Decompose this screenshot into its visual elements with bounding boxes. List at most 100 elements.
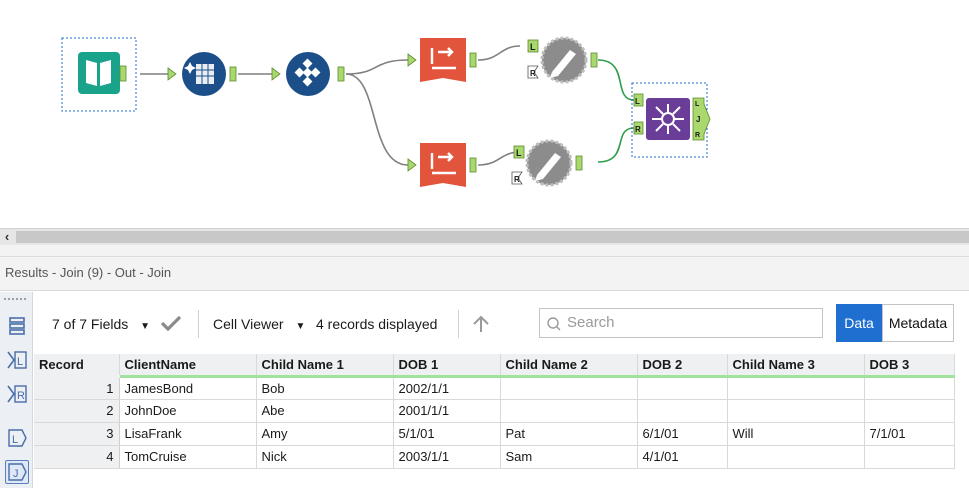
all-rows-icon xyxy=(9,317,25,335)
table-cell[interactable]: LisaFrank xyxy=(119,422,257,446)
scrollbar-thumb[interactable] xyxy=(16,231,969,243)
table-cell[interactable]: 2003/1/1 xyxy=(393,445,501,469)
checkmark-icon[interactable] xyxy=(160,314,182,335)
table-cell[interactable]: JohnDoe xyxy=(119,399,257,423)
connection-select-crosstab-top xyxy=(345,59,409,75)
table-cell[interactable] xyxy=(864,399,955,423)
scroll-left-icon[interactable]: ‹ xyxy=(0,229,14,245)
left-anchor-button[interactable]: L xyxy=(5,426,29,450)
table-cell[interactable]: 2001/1/1 xyxy=(393,399,501,423)
grip-handle[interactable] xyxy=(4,298,26,301)
column-header[interactable]: DOB 1 xyxy=(393,354,501,378)
table-cell[interactable] xyxy=(727,445,865,469)
right-output-icon: R xyxy=(7,385,27,403)
crosstab-tool-top xyxy=(407,38,477,82)
table-cell[interactable]: 7/1/01 xyxy=(864,422,955,446)
connection-rename-join-top xyxy=(597,59,635,101)
column-header[interactable]: Child Name 3 xyxy=(727,354,865,378)
results-side-toolbar: L R L J xyxy=(0,292,33,488)
column-header[interactable]: Child Name 2 xyxy=(500,354,638,378)
right-output-button[interactable]: R xyxy=(5,382,29,406)
table-cell[interactable] xyxy=(637,376,728,400)
anchor-label-right: R xyxy=(530,69,536,78)
column-header[interactable]: DOB 3 xyxy=(864,354,955,378)
metadata-view-button[interactable]: Metadata xyxy=(882,304,954,342)
left-output-button[interactable]: L xyxy=(5,348,29,372)
canvas-horizontal-scrollbar[interactable]: ‹ xyxy=(0,228,969,245)
table-row[interactable]: 4 TomCruise Nick 2003/1/1 Sam 4/1/01 xyxy=(34,445,955,469)
column-header[interactable]: DOB 2 xyxy=(637,354,728,378)
workflow-diagram: L R L R L R L J R xyxy=(61,36,711,187)
join-output-left: L xyxy=(695,101,700,108)
svg-text:R: R xyxy=(17,390,25,402)
results-grid: Record ClientName Child Name 1 DOB 1 Chi… xyxy=(34,354,969,488)
search-icon xyxy=(547,317,561,331)
dynamic-rename-tool-bottom: L R xyxy=(511,139,583,187)
results-table: Record ClientName Child Name 1 DOB 1 Chi… xyxy=(34,354,955,469)
crosstab-tool-bottom xyxy=(407,143,477,187)
table-header-row: Record ClientName Child Name 1 DOB 1 Chi… xyxy=(34,354,955,378)
table-cell[interactable] xyxy=(637,399,728,423)
table-cell[interactable]: 2002/1/1 xyxy=(393,376,501,400)
table-row[interactable]: 2 JohnDoe Abe 2001/1/1 xyxy=(34,399,955,423)
join-anchor-button[interactable]: J xyxy=(5,460,29,484)
cell-viewer-label: Cell Viewer xyxy=(213,316,284,332)
table-cell[interactable] xyxy=(864,445,955,469)
table-cell[interactable] xyxy=(500,399,638,423)
join-output-join: J xyxy=(696,115,700,124)
anchor-label-right: R xyxy=(514,175,520,184)
table-cell[interactable]: TomCruise xyxy=(119,445,257,469)
input-data-tool xyxy=(78,52,127,94)
anchor-label-right: R xyxy=(635,125,641,134)
all-rows-button[interactable] xyxy=(5,314,29,338)
dynamic-rename-tool-top: L R xyxy=(527,36,598,84)
table-cell[interactable]: Nick xyxy=(256,445,394,469)
search-placeholder: Search xyxy=(567,314,615,331)
column-header[interactable]: ClientName xyxy=(119,354,257,378)
column-header[interactable]: Child Name 1 xyxy=(256,354,394,378)
table-cell[interactable]: Abe xyxy=(256,399,394,423)
table-cell[interactable] xyxy=(864,376,955,400)
table-cell[interactable] xyxy=(727,399,865,423)
table-cell[interactable]: 5/1/01 xyxy=(393,422,501,446)
record-number: 2 xyxy=(34,399,120,423)
table-cell[interactable]: Sam xyxy=(500,445,638,469)
anchor-label-left: L xyxy=(516,148,522,158)
svg-text:L: L xyxy=(12,434,18,446)
join-anchor-icon: J xyxy=(8,463,27,481)
table-row[interactable]: 3 LisaFrank Amy 5/1/01 Pat 6/1/01 Will 7… xyxy=(34,422,955,446)
cell-viewer-dropdown[interactable]: Cell Viewer ▼ xyxy=(213,316,305,332)
table-cell[interactable]: Amy xyxy=(256,422,394,446)
workflow-canvas[interactable]: L R L R L R L J R xyxy=(0,0,969,228)
table-cell[interactable]: JamesBond xyxy=(119,376,257,400)
join-output-right: R xyxy=(695,132,700,139)
left-output-icon: L xyxy=(7,351,27,369)
anchor-label-left: L xyxy=(635,97,640,106)
anchor-label-left: L xyxy=(530,42,536,52)
svg-text:L: L xyxy=(17,356,23,368)
table-cell[interactable]: Pat xyxy=(500,422,638,446)
results-toolbar: 7 of 7 Fields ▼ Cell Viewer ▼ 4 records … xyxy=(34,292,969,354)
search-input[interactable]: Search xyxy=(539,308,823,338)
record-number: 1 xyxy=(34,376,120,400)
column-header[interactable]: Record xyxy=(34,354,120,378)
svg-text:J: J xyxy=(13,468,19,480)
fields-dropdown[interactable]: 7 of 7 Fields ▼ xyxy=(52,316,150,332)
data-view-button[interactable]: Data xyxy=(836,304,882,342)
table-cell[interactable]: 4/1/01 xyxy=(637,445,728,469)
fields-label: 7 of 7 Fields xyxy=(52,316,129,332)
table-cell[interactable] xyxy=(727,376,865,400)
table-cell[interactable] xyxy=(500,376,638,400)
select-tool xyxy=(271,52,345,96)
table-row[interactable]: 1 JamesBond Bob 2002/1/1 xyxy=(34,376,955,400)
toolbar-divider xyxy=(458,310,459,338)
table-cell[interactable]: Bob xyxy=(256,376,394,400)
table-cell[interactable]: Will xyxy=(727,422,865,446)
book-icon xyxy=(78,52,120,94)
crosstab-icon xyxy=(420,38,466,82)
table-cell[interactable]: 6/1/01 xyxy=(637,422,728,446)
panel-splitter[interactable] xyxy=(0,245,969,257)
records-displayed: 4 records displayed xyxy=(316,316,438,332)
record-number: 3 xyxy=(34,422,120,446)
arrow-up-icon[interactable] xyxy=(471,314,491,337)
